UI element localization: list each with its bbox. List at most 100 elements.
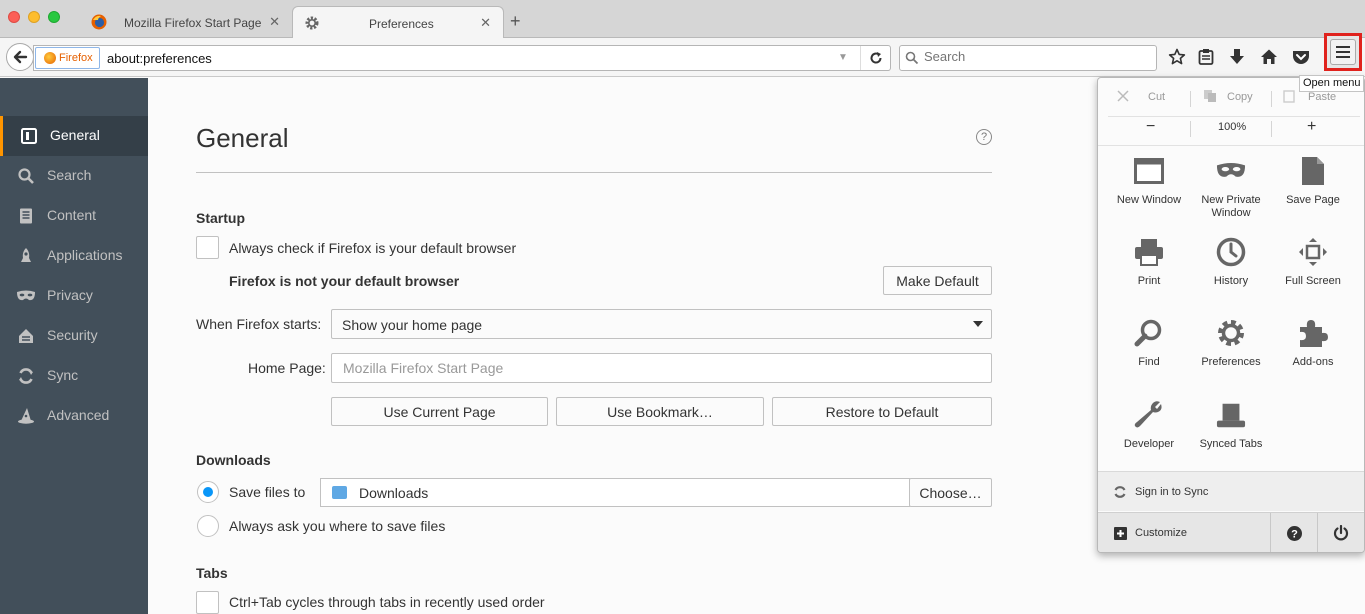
sidebar-item-label: Sync [47,367,79,383]
sidebar-item-applications[interactable]: Applications [0,236,148,276]
new-private-window-button[interactable]: New Private Window [1190,146,1272,226]
download-folder-field: Downloads [320,478,910,507]
gear-icon [305,16,319,30]
sign-in-to-sync-button[interactable]: Sign in to Sync [1098,471,1364,511]
downloads-button[interactable] [1227,47,1247,67]
always-ask-radio[interactable] [197,515,219,537]
page-title: General [196,123,289,153]
wizard-hat-icon [16,406,36,426]
bookmark-star-button[interactable] [1167,47,1187,67]
full-screen-button[interactable]: Full Screen [1272,227,1354,307]
search-icon [905,51,919,65]
cut-button[interactable]: Cut [1148,91,1165,103]
sign-in-label: Sign in to Sync [1135,486,1209,498]
default-browser-checkbox[interactable] [196,236,219,259]
menu-item-label: History [1213,275,1249,287]
sidebar-item-label: Content [47,207,97,223]
sidebar-item-security[interactable]: Security [0,316,148,356]
back-button[interactable] [6,43,34,71]
downloads-heading: Downloads [196,452,271,468]
menu-item-label: Preferences [1201,356,1261,368]
identity-label: Firefox [59,52,93,64]
save-files-radio[interactable] [197,481,219,503]
sidebar-item-label: Applications [47,247,123,263]
bookmarks-menu-button[interactable] [1196,47,1216,67]
use-bookmark-button[interactable]: Use Bookmark… [556,397,764,426]
sidebar-item-privacy[interactable]: Privacy [0,276,148,316]
puzzle-icon [1298,318,1328,348]
open-menu-button[interactable] [1324,33,1362,71]
rocket-icon [16,246,36,266]
customize-button[interactable]: Customize [1098,513,1270,552]
sidebar-item-sync[interactable]: Sync [0,356,148,396]
developer-button[interactable]: Developer [1108,390,1190,470]
restore-default-button[interactable]: Restore to Default [772,397,992,426]
preferences-button[interactable]: Preferences [1190,308,1272,388]
sidebar-item-label: Security [47,327,98,343]
paste-button[interactable]: Paste [1308,91,1336,103]
zoom-controls: − 100% + [1108,116,1360,140]
when-starts-label: When Firefox starts: [196,316,322,332]
history-dropdown-icon[interactable]: ▼ [838,52,848,63]
menu-item-label: New Private Window [1201,194,1261,219]
copy-button[interactable]: Copy [1227,91,1253,103]
synced-tabs-button[interactable]: Synced Tabs [1190,390,1272,470]
new-tab-button[interactable]: + [510,12,521,30]
pocket-icon [1293,51,1309,64]
choose-folder-button[interactable]: Choose… [909,478,992,507]
quit-button[interactable] [1318,513,1364,552]
sidebar-item-search[interactable]: Search [0,156,148,196]
paste-icon [1283,89,1295,106]
save-page-icon [1298,156,1328,186]
pocket-button[interactable] [1291,47,1311,67]
add-ons-button[interactable]: Add-ons [1272,308,1354,388]
sidebar-item-advanced[interactable]: Advanced [0,396,148,436]
help-icon[interactable]: ? [976,129,992,145]
home-page-label: Home Page: [248,360,326,376]
tab-preferences[interactable]: Preferences ✕ [292,6,504,39]
identity-box[interactable]: Firefox [35,47,100,69]
make-default-button[interactable]: Make Default [883,266,992,295]
sidebar-item-content[interactable]: Content [0,196,148,236]
find-button[interactable]: Find [1108,308,1190,388]
search-bar[interactable] [899,45,1157,71]
home-button[interactable] [1259,47,1279,67]
tab-strip: Mozilla Firefox Start Page ✕ Preferences… [0,0,1365,39]
url-bar[interactable]: Firefox about:preferences ▼ [33,45,891,71]
menu-item-label: Developer [1123,438,1175,450]
tab-firefox-start-page[interactable]: Mozilla Firefox Start Page ✕ [80,6,292,38]
close-tab-icon[interactable]: ✕ [480,15,491,31]
sidebar-item-label: General [50,127,100,143]
print-button[interactable]: Print [1108,227,1190,307]
url-text[interactable]: about:preferences [107,51,212,66]
window-minimize-button[interactable] [28,11,40,23]
star-icon [1168,48,1186,65]
window-close-button[interactable] [8,11,20,23]
history-button[interactable]: History [1190,227,1272,307]
zoom-in-button[interactable]: + [1307,118,1316,136]
firefox-logo-icon [44,52,56,64]
window-zoom-button[interactable] [48,11,60,23]
save-page-button[interactable]: Save Page [1272,146,1354,226]
ctrl-tab-checkbox[interactable] [196,591,219,614]
sidebar-item-label: Privacy [47,287,93,303]
zoom-out-button[interactable]: − [1146,118,1155,136]
cut-icon [1116,89,1130,106]
new-window-button[interactable]: New Window [1108,146,1190,226]
menu-item-label: Find [1138,356,1160,368]
home-page-input[interactable] [331,353,992,383]
help-button[interactable]: ? [1271,513,1317,552]
startup-heading: Startup [196,210,245,226]
sidebar-item-general[interactable]: General [0,116,148,156]
when-starts-select[interactable]: Show your home page [331,309,992,339]
title-divider [196,172,992,173]
zoom-reset-button[interactable]: 100% [1218,121,1246,133]
close-tab-icon[interactable]: ✕ [269,14,280,30]
reload-button[interactable] [860,46,890,70]
download-folder-name: Downloads [359,485,429,501]
use-current-page-button[interactable]: Use Current Page [331,397,548,426]
sync-icon [16,366,36,386]
tab-title: Preferences [369,17,434,31]
clipboard-icon [1198,49,1214,65]
search-input[interactable] [924,49,1144,64]
